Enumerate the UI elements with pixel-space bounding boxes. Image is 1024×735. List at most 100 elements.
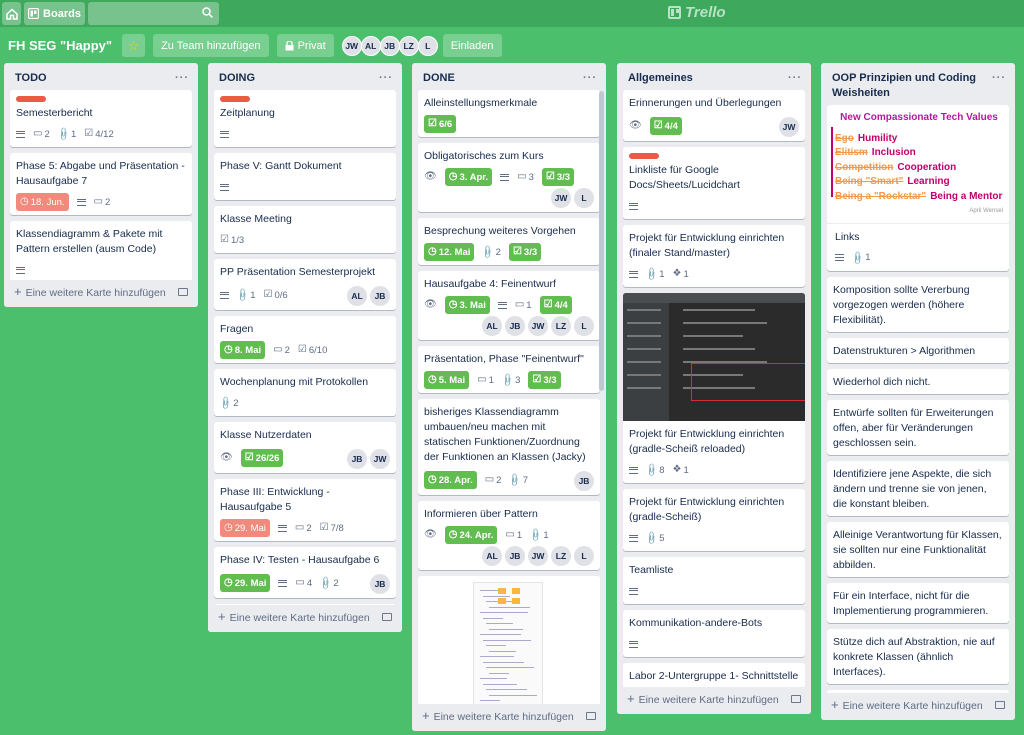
list-scrollbar[interactable]: [599, 91, 604, 391]
card[interactable]: Wiederhol dich nicht.: [827, 368, 1009, 394]
member-avatar[interactable]: JB: [379, 35, 400, 56]
add-card-button[interactable]: + Eine weitere Karte hinzufügen: [617, 687, 811, 714]
card[interactable]: Zeitplanung: [214, 90, 396, 147]
member-avatar[interactable]: JB: [505, 316, 525, 336]
description-icon: [629, 534, 638, 542]
search-input[interactable]: [88, 2, 219, 25]
list-menu-icon[interactable]: ···: [788, 71, 802, 86]
list-title[interactable]: DONE: [423, 71, 455, 86]
list-menu-icon[interactable]: ···: [175, 71, 189, 86]
list-menu-icon[interactable]: ···: [992, 71, 1006, 86]
add-card-button[interactable]: + Eine weitere Karte hinzufügen: [412, 704, 606, 731]
star-button[interactable]: ☆: [122, 34, 146, 57]
member-avatar[interactable]: JW: [779, 117, 799, 137]
card-label-red[interactable]: [220, 96, 250, 102]
member-avatar[interactable]: JW: [341, 35, 362, 56]
member-avatar[interactable]: JB: [347, 449, 367, 469]
member-avatar[interactable]: JW: [528, 316, 548, 336]
card[interactable]: PP Präsentation Semesterprojekt 📎 1 ☑ 0/6 AL J…: [214, 259, 396, 310]
invite-button[interactable]: Einladen: [442, 34, 502, 57]
comment-icon: ▭: [273, 344, 283, 355]
member-avatar[interactable]: AL: [482, 316, 502, 336]
card[interactable]: Stütze dich auf Abstraktion, nie auf kon…: [827, 628, 1009, 684]
card[interactable]: Phase V: Gantt Dokument: [214, 153, 396, 200]
member-avatar[interactable]: LZ: [551, 316, 571, 336]
list-title[interactable]: Allgemeines: [628, 71, 693, 86]
member-avatar[interactable]: L: [417, 35, 438, 56]
card[interactable]: Teamliste: [623, 557, 805, 604]
card[interactable]: Komposition sollte Vererbung vorgezogen …: [827, 276, 1009, 332]
card[interactable]: Semesterbericht ▭ 2 📎 1 ☑ 4/12: [10, 90, 192, 147]
plus-icon: +: [627, 691, 635, 706]
member-avatar[interactable]: JB: [505, 546, 525, 566]
add-card-button[interactable]: + Eine weitere Karte hinzufügen: [208, 605, 402, 632]
member-avatar[interactable]: L: [574, 188, 594, 208]
comment-badge: ▭ 4: [295, 574, 312, 592]
card[interactable]: Informieren über Pattern 👁 ◷ 24. Apr. ▭ 1 📎 1 AL…: [418, 501, 600, 570]
card[interactable]: Linkliste für Google Docs/Sheets/Lucidch…: [623, 147, 805, 219]
visibility-button[interactable]: Privat: [276, 34, 334, 57]
member-avatar[interactable]: JB: [370, 574, 390, 594]
member-avatar[interactable]: L: [574, 316, 594, 336]
card[interactable]: Erinnerungen und Überlegungen 👁 ☑ 4/4 JW: [623, 90, 805, 141]
template-icon[interactable]: [586, 711, 596, 720]
card[interactable]: New Compassionate Tech Values Ego Humility…: [827, 105, 1009, 271]
add-card-label-wrap: + Eine weitere Karte hinzufügen: [422, 708, 574, 723]
boards-button[interactable]: Boards: [24, 2, 85, 25]
member-avatar[interactable]: JW: [370, 449, 390, 469]
add-card-button[interactable]: + Eine weitere Karte hinzufügen: [821, 693, 1015, 720]
card-label-red[interactable]: [629, 153, 659, 159]
card[interactable]: Fragen ◷ 8. Mai ▭ 2 ☑ 6/10: [214, 316, 396, 363]
home-button[interactable]: [2, 2, 21, 25]
member-avatar[interactable]: AL: [360, 35, 381, 56]
member-avatar[interactable]: LZ: [551, 546, 571, 566]
list-menu-icon[interactable]: ···: [583, 71, 597, 86]
card[interactable]: Phase III: Entwicklung - Hausaufgabe 5 ◷ 2…: [214, 479, 396, 541]
member-avatar[interactable]: JB: [574, 471, 594, 491]
member-avatar[interactable]: AL: [347, 286, 367, 306]
card[interactable]: Projekt für Entwicklung einrichten (fina…: [623, 225, 805, 287]
card[interactable]: Klasse Meeting ☑ 1/3: [214, 206, 396, 253]
card[interactable]: Klassendiagramm & Pakete mit Pattern ers…: [10, 221, 192, 283]
list-title[interactable]: OOP Prinzipien und Coding Weisheiten: [832, 71, 992, 101]
trello-logo[interactable]: Trello: [668, 4, 726, 21]
card[interactable]: Kommunikation-andere-Bots: [623, 610, 805, 657]
list-title[interactable]: DOING: [219, 71, 255, 86]
member-avatar[interactable]: LZ: [398, 35, 419, 56]
list-title[interactable]: TODO: [15, 71, 47, 86]
list-menu-icon[interactable]: ···: [379, 71, 393, 86]
card[interactable]: Besprechung weiteres Vorgehen ◷ 12. Mai 📎 2 ☑…: [418, 218, 600, 265]
card[interactable]: Alleinstellungsmerkmale ☑ 6/6: [418, 90, 600, 137]
card[interactable]: Klasse Nutzerdaten 👁 ☑ 26/26 JB JW: [214, 422, 396, 473]
card[interactable]: Wochenplanung mit Protokollen 📎 2: [214, 369, 396, 416]
card[interactable]: Projekt für Entwicklung einrichten (grad…: [623, 293, 805, 483]
card[interactable]: Obligatorisches zum Kurs 👁 ◷ 3. Apr. ▭ 3 ☑ 3/3 J…: [418, 143, 600, 212]
member-avatar[interactable]: AL: [482, 546, 502, 566]
template-icon[interactable]: [178, 287, 188, 296]
card[interactable]: Entwürfe sollten für Erweiterungen offen…: [827, 399, 1009, 455]
card[interactable]: Projekt für Entwicklung einrichten (grad…: [623, 489, 805, 551]
template-icon[interactable]: [382, 612, 392, 621]
card[interactable]: bisheriges Klassendiagramm umbauen/neu m…: [418, 399, 600, 495]
template-icon[interactable]: [995, 700, 1005, 709]
card[interactable]: Phase IV: Testen - Hausaufgabe 6 ◷ 29. Mai…: [214, 547, 396, 598]
card-title: Hausaufgabe 4: Feinentwurf: [424, 278, 556, 290]
add-to-team-button[interactable]: Zu Team hinzufügen: [153, 34, 269, 57]
card-label-red[interactable]: [16, 96, 46, 102]
template-icon[interactable]: [791, 694, 801, 703]
card[interactable]: Alleinige Verantwortung für Klassen, sie…: [827, 521, 1009, 577]
member-avatar[interactable]: JB: [370, 286, 390, 306]
card[interactable]: Präsentation, Phase "Feinentwurf" ◷ 5. Mai…: [418, 346, 600, 393]
card[interactable]: Hausaufgabe 4: Feinentwurf 👁 ◷ 3. Mai ▭ 1 ☑ 4/4…: [418, 271, 600, 340]
board-title[interactable]: FH SEG "Happy": [8, 38, 112, 53]
comment-badge: ▭ 2: [94, 193, 111, 211]
member-avatar[interactable]: JW: [551, 188, 571, 208]
add-card-button[interactable]: + Eine weitere Karte hinzufügen: [4, 280, 198, 307]
card[interactable]: Identifiziere jene Aspekte, die sich änd…: [827, 460, 1009, 516]
member-avatar[interactable]: JW: [528, 546, 548, 566]
member-avatar[interactable]: L: [574, 546, 594, 566]
checklist-icon: ☑: [263, 289, 273, 300]
card[interactable]: Datenstrukturen > Algorithmen: [827, 337, 1009, 363]
card[interactable]: Für ein Interface, nicht für die Impleme…: [827, 582, 1009, 623]
card[interactable]: Phase 5: Abgabe und Präsentation - Hausa…: [10, 153, 192, 215]
